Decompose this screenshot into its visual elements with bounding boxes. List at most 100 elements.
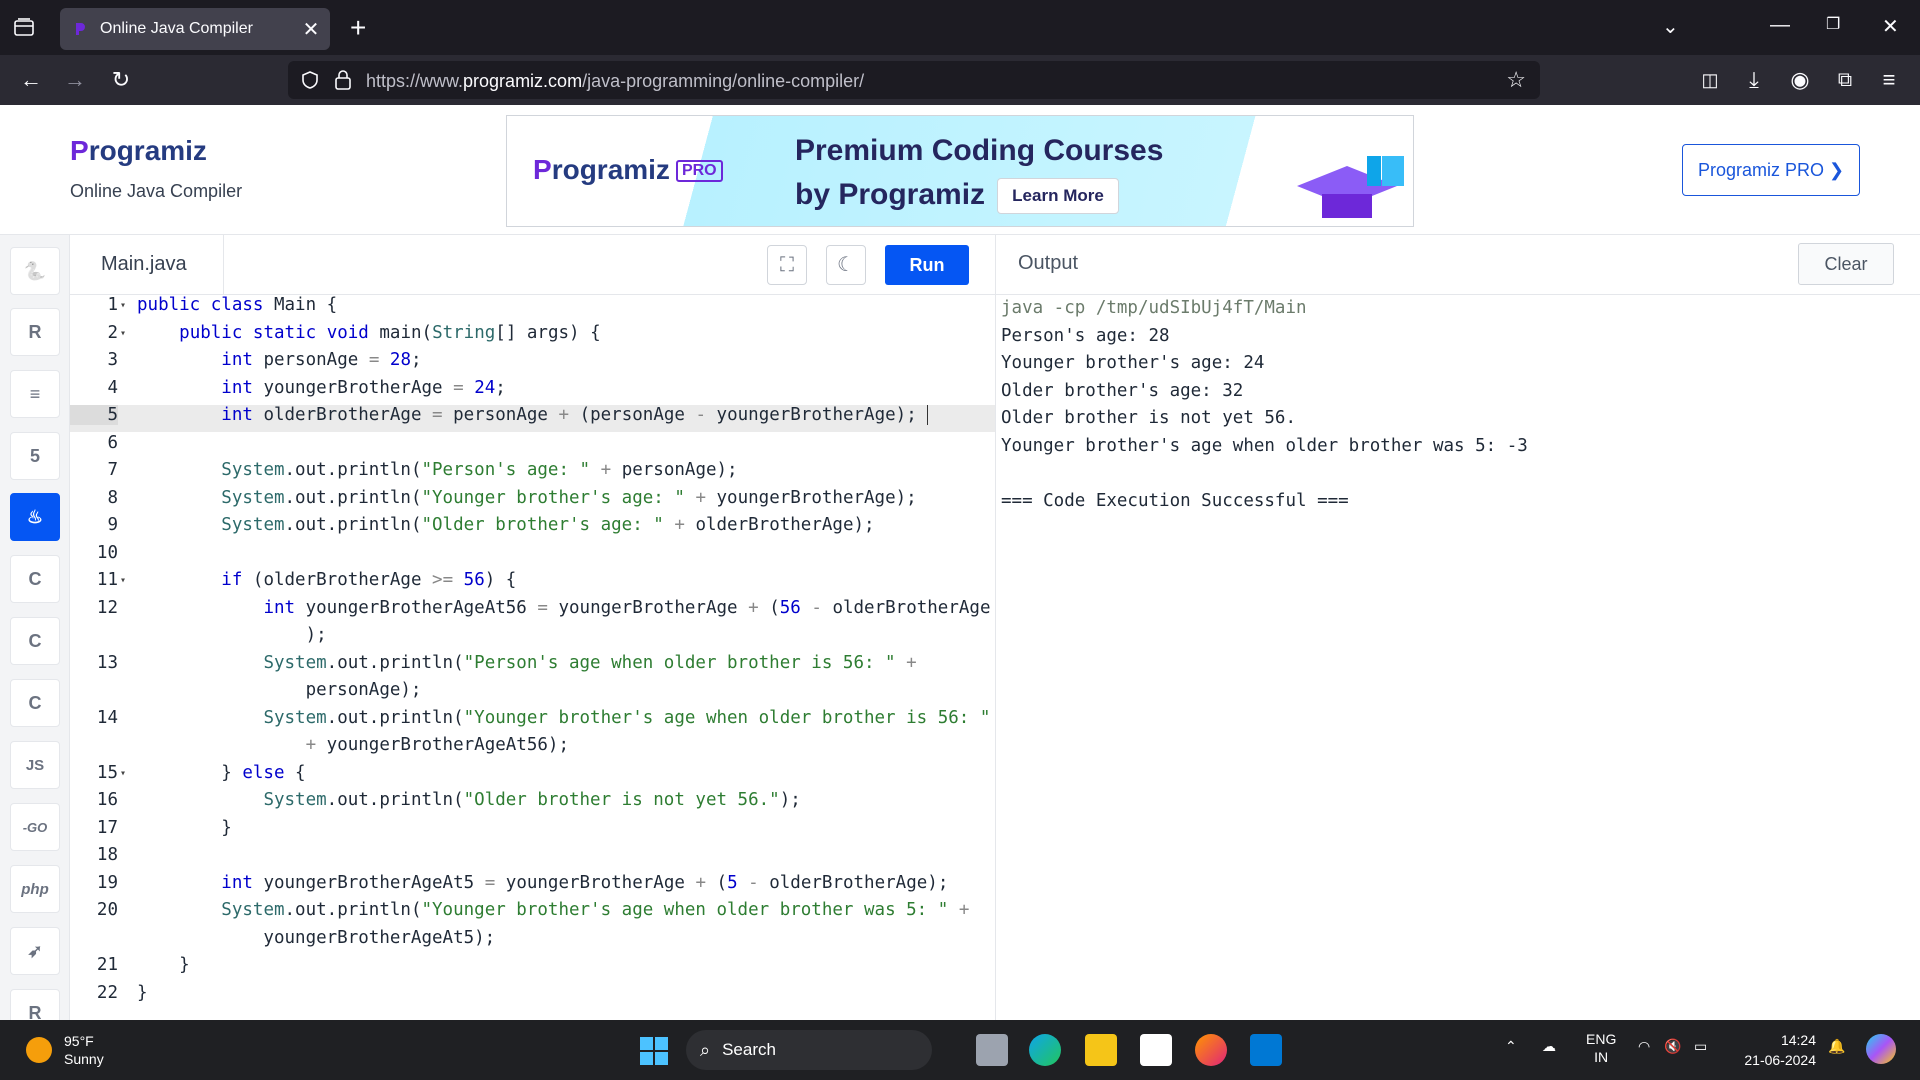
file-tab-main-java[interactable]: Main.java [70,235,224,294]
wifi-icon[interactable]: ◠ [1638,1038,1650,1055]
lang-swift-icon[interactable]: ➶ [10,927,60,975]
edge-browser-icon[interactable] [1029,1034,1061,1066]
minimize-icon[interactable]: — [1770,14,1790,37]
code-line: 7 System.out.println("Person's age: " + … [107,460,738,480]
output-title: Output [1018,252,1079,274]
weather-temp: 95°F [64,1033,94,1049]
language-indicator[interactable]: ENG IN [1586,1030,1616,1066]
output-line: java -cp /tmp/udSIbUj4fT/Main [1001,298,1307,318]
output-line: Older brother is not yet 56. [1001,408,1297,428]
site-header: Programiz Online Java Compiler Programiz… [0,105,1920,235]
code-line: 19 int youngerBrotherAgeAt5 = youngerBro… [96,872,949,893]
lang-cpp-icon[interactable]: C [10,617,60,665]
lang-c-icon[interactable]: C [10,555,60,603]
code-line: 22} [96,982,148,1003]
notification-bell-icon[interactable]: 🔔 [1828,1038,1845,1055]
task-view-icon[interactable] [976,1034,1008,1066]
lang-csharp-icon[interactable]: C [10,679,60,727]
shield-icon[interactable] [300,70,320,90]
account-icon[interactable]: ◉ [1787,67,1813,93]
back-arrow-icon[interactable]: ← [18,67,44,93]
language-sidebar: 🐍 R ≡ 5 ♨ C C C JS -GO php ➶ R [0,235,70,1020]
code-line: personAge); [137,680,422,700]
code-line: 9 System.out.println("Older brother's ag… [107,515,875,535]
firefox-icon[interactable] [1195,1034,1227,1066]
forward-arrow-icon[interactable]: → [62,67,88,93]
volume-muted-icon[interactable]: 🔇 [1664,1038,1681,1055]
clear-button[interactable]: Clear [1798,243,1894,285]
code-line: 1 ▾ public class Main { [107,295,338,315]
onedrive-cloud-icon[interactable]: ☁ [1542,1038,1556,1055]
lang-sql-icon[interactable]: ≡ [10,370,60,418]
code-line: 14 System.out.println("Younger brother's… [96,707,991,728]
lang-python-icon[interactable]: 🐍 [10,247,60,295]
code-line: 4 int youngerBrotherAge = 24; [107,377,506,398]
weather-widget[interactable]: 95°F Sunny [26,1032,104,1068]
tray-chevron-up-icon[interactable]: ⌃ [1505,1038,1517,1055]
banner-logo: Programiz PRO [533,154,723,186]
tab-title: Online Java Compiler [100,20,253,37]
menu-hamburger-icon[interactable]: ≡ [1876,67,1902,93]
lock-icon[interactable] [334,69,352,91]
lang-js-icon[interactable]: JS [10,741,60,789]
fullscreen-icon[interactable]: ⛶ [767,245,807,285]
pocket-icon[interactable]: ◫ [1697,67,1723,93]
address-bar[interactable]: https://www.programiz.com/java-programmi… [288,61,1540,99]
download-icon[interactable]: ⤓ [1741,67,1767,93]
taskbar: 95°F Sunny ⌕ Search ⌃ ☁ ENG IN ◠ 🔇 ▭ 14:24… [0,1020,1920,1080]
lang-java-icon[interactable]: ♨ [10,493,60,541]
code-line: 8 System.out.println("Younger brother's … [107,487,917,508]
tab-list-icon[interactable] [14,18,34,36]
battery-icon[interactable]: ▭ [1694,1038,1707,1055]
run-button[interactable]: Run [885,245,969,285]
url-text[interactable]: https://www.programiz.com/java-programmi… [366,71,864,92]
new-tab-button[interactable]: + [350,14,366,42]
learn-more-button[interactable]: Learn More [997,178,1119,214]
code-line: 2 ▾ public static void main(String[] args… [107,322,601,343]
programiz-logo[interactable]: Programiz [70,135,207,167]
windows-start-icon[interactable] [639,1036,669,1066]
bookmark-star-icon[interactable]: ☆ [1506,67,1526,93]
reload-icon[interactable]: ↻ [108,67,134,93]
graduation-cap-icon [1297,156,1404,218]
page-subtitle: Online Java Compiler [70,181,243,201]
code-line: + youngerBrotherAgeAt56); [305,735,569,755]
lang-rust-icon[interactable]: R [10,989,60,1020]
output-line: Person's age: 28 [1001,325,1170,346]
extensions-icon[interactable]: ⧉ [1832,67,1858,93]
lang-php-icon[interactable]: php [10,865,60,913]
output-line: Older brother's age: 32 [1001,380,1244,401]
dark-mode-moon-icon[interactable]: ☾ [826,245,866,285]
copilot-icon[interactable] [1866,1034,1896,1064]
microsoft-store-icon[interactable] [1140,1034,1172,1066]
code-line: 11 ▾ if (olderBrotherAge >= 56) { [96,570,517,590]
output-toolbar: Output Clear [995,235,1920,295]
browser-tab-active[interactable]: Online Java Compiler ✕ [60,8,330,50]
code-line: ); [137,625,327,645]
output-line: Younger brother's age: 24 [1001,353,1265,373]
vscode-icon[interactable] [1250,1034,1282,1066]
promo-banner[interactable]: Programiz PRO Premium Coding Courses by P… [506,115,1414,227]
code-editor[interactable]: 1 ▾ public class Main { 2 ▾ public static v… [70,295,995,1020]
code-line-active: 5 int olderBrotherAge = personAge + (per… [70,405,995,432]
banner-headline: Premium Coding Courses [795,134,1164,167]
window-close-icon[interactable]: ✕ [1882,14,1899,39]
code-line: 15 ▾ } else { [96,762,306,783]
code-line: 20 System.out.println("Younger brother's… [96,900,970,920]
programiz-pro-button[interactable]: Programiz PRO ❯ [1682,144,1860,196]
output-line: Younger brother's age when older brother… [1001,435,1528,456]
output-console[interactable]: java -cp /tmp/udSIbUj4fT/Main Person's a… [995,295,1920,1020]
taskbar-search[interactable]: ⌕ Search [686,1030,932,1070]
tab-overflow-chevron-icon[interactable]: ⌄ [1662,14,1679,39]
restore-icon[interactable]: ❐ [1826,14,1840,34]
lang-html-icon[interactable]: 5 [10,432,60,480]
system-clock[interactable]: 14:24 21-06-2024 [1728,1030,1816,1070]
file-explorer-icon[interactable] [1085,1034,1117,1066]
tab-close-icon[interactable]: ✕ [296,17,326,42]
editor-toolbar: Main.java ⛶ ☾ Run [70,235,995,295]
lang-r-icon[interactable]: R [10,308,60,356]
output-line: === Code Execution Successful === [1001,490,1349,511]
search-icon: ⌕ [700,1039,711,1060]
lang-go-icon[interactable]: -GO [10,803,60,851]
